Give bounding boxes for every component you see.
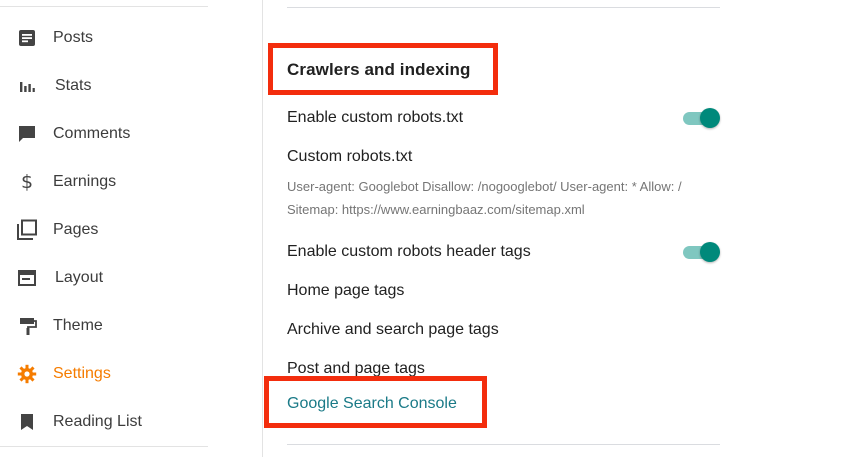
sidebar-item-earnings[interactable]: $ Earnings	[0, 158, 262, 206]
sidebar-item-theme[interactable]: Theme	[0, 302, 262, 350]
sidebar-item-layout[interactable]: Layout	[0, 254, 262, 302]
enable-custom-robots-txt-toggle[interactable]	[683, 107, 721, 129]
sidebar-item-label: Stats	[55, 77, 92, 94]
enable-custom-robots-header-tags-label: Enable custom robots header tags	[287, 243, 531, 260]
paint-roller-icon	[15, 314, 39, 338]
custom-robots-txt-value-line: Sitemap: https://www.earningbaaz.com/sit…	[287, 202, 585, 217]
sidebar-item-label: Settings	[53, 365, 111, 382]
toggle-knob	[700, 242, 720, 262]
layout-icon	[15, 266, 39, 290]
sidebar-item-settings[interactable]: Settings	[0, 350, 262, 398]
custom-robots-txt-value-line: User-agent: Googlebot Disallow: /nogoogl…	[287, 179, 682, 194]
archive-search-page-tags-setting[interactable]: Archive and search page tags	[287, 319, 499, 341]
custom-robots-txt-value: User-agent: Googlebot Disallow: /nogoogl…	[287, 175, 727, 221]
sidebar-item-stats[interactable]: Stats	[0, 62, 262, 110]
section-divider-bottom	[287, 444, 720, 445]
enable-custom-robots-txt-label: Enable custom robots.txt	[287, 109, 464, 126]
dollar-icon: $	[20, 171, 34, 193]
bookmark-icon	[15, 410, 39, 434]
sidebar-item-pages[interactable]: Pages	[0, 206, 262, 254]
posts-icon	[15, 26, 39, 50]
sidebar-item-reading-list[interactable]: Reading List	[0, 398, 262, 446]
sidebar-item-label: Layout	[55, 269, 104, 286]
toggle-knob	[700, 108, 720, 128]
sidebar-divider-top	[0, 6, 208, 7]
google-search-console-link[interactable]: Google Search Console	[287, 393, 457, 415]
sidebar-item-label: Pages	[53, 221, 99, 238]
custom-robots-txt-label[interactable]: Custom robots.txt	[287, 146, 412, 168]
sidebar-item-label: Earnings	[53, 173, 117, 190]
gear-icon	[15, 362, 39, 386]
sidebar-item-label: Reading List	[53, 413, 142, 430]
sidebar-item-label: Theme	[53, 317, 103, 334]
blogger-settings-screen: Posts Stats Comments $ Earnings Pages La…	[0, 0, 848, 457]
home-page-tags-setting[interactable]: Home page tags	[287, 280, 404, 302]
sidebar-item-posts[interactable]: Posts	[0, 14, 262, 62]
sidebar-item-comments[interactable]: Comments	[0, 110, 262, 158]
sidebar-border	[262, 0, 263, 457]
pages-icon	[15, 218, 39, 242]
enable-custom-robots-header-tags-toggle[interactable]	[683, 241, 721, 263]
sidebar-divider-bottom	[0, 446, 208, 447]
section-title: Crawlers and indexing	[287, 60, 471, 79]
stats-icon	[15, 74, 39, 98]
sidebar-nav: Posts Stats Comments $ Earnings Pages La…	[0, 0, 262, 457]
comments-icon	[15, 122, 39, 146]
section-divider-top	[287, 7, 720, 8]
sidebar-item-label: Posts	[53, 29, 94, 46]
sidebar-item-label: Comments	[53, 125, 131, 142]
